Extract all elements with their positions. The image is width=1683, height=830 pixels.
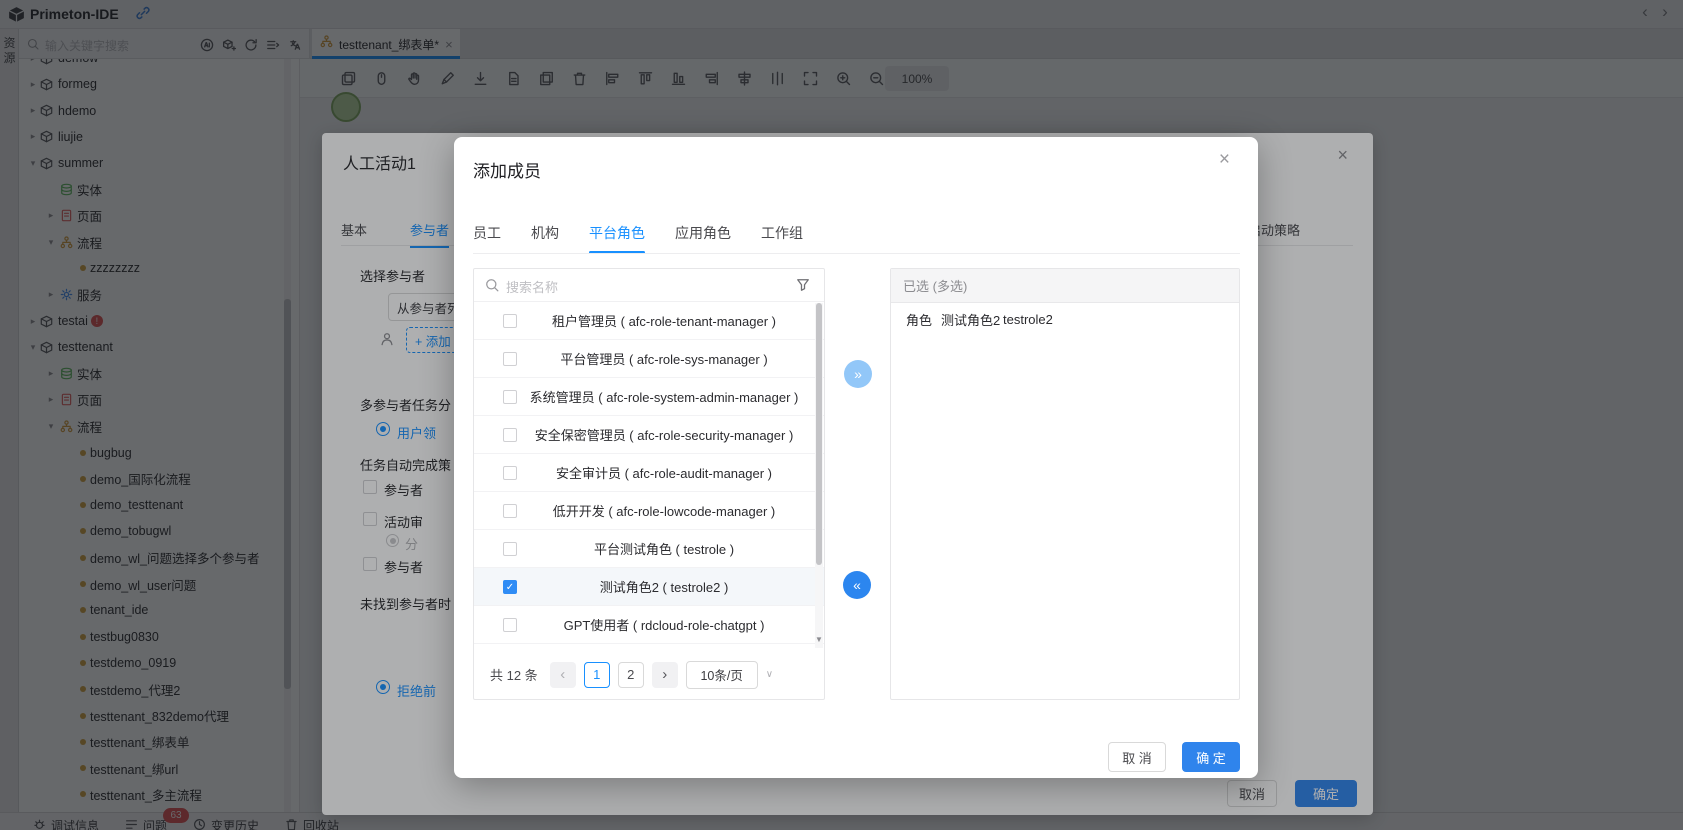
role-label: 安全保密管理员 ( afc-role-security-manager ) bbox=[526, 425, 802, 444]
role-checkbox[interactable] bbox=[503, 390, 517, 404]
scroll-down-icon[interactable]: ▼ bbox=[814, 635, 824, 644]
member-tab-3[interactable]: 应用角色 bbox=[675, 223, 731, 254]
next-page-button[interactable]: › bbox=[652, 662, 678, 688]
cancel-button[interactable]: 取 消 bbox=[1108, 742, 1166, 772]
role-search-row: 搜索名称 bbox=[474, 269, 824, 302]
total-count: 共 12 条 bbox=[490, 665, 538, 684]
role-row[interactable]: GPT使用者 ( rdcloud-role-chatgpt ) bbox=[474, 606, 824, 644]
role-checkbox[interactable] bbox=[503, 352, 517, 366]
role-search-input[interactable]: 搜索名称 bbox=[506, 277, 558, 296]
role-checkbox[interactable] bbox=[503, 618, 517, 632]
selected-code: testrole2 bbox=[1003, 312, 1053, 327]
selected-panel: 已选 (多选) 角色测试角色2testrole2 bbox=[890, 268, 1240, 700]
role-checkbox[interactable] bbox=[503, 428, 517, 442]
selected-item[interactable]: 角色测试角色2testrole2 bbox=[891, 303, 1239, 336]
member-tab-2[interactable]: 平台角色 bbox=[589, 223, 645, 254]
role-label: 安全审计员 ( afc-role-audit-manager ) bbox=[526, 463, 802, 482]
role-label: 租户管理员 ( afc-role-tenant-manager ) bbox=[526, 311, 802, 330]
selected-panel-header: 已选 (多选) bbox=[891, 269, 1239, 303]
role-row[interactable]: 安全审计员 ( afc-role-audit-manager ) bbox=[474, 454, 824, 492]
role-row[interactable]: 租户管理员 ( afc-role-tenant-manager ) bbox=[474, 302, 824, 340]
page-button-2[interactable]: 2 bbox=[618, 662, 644, 688]
role-label: 平台管理员 ( afc-role-sys-manager ) bbox=[526, 349, 802, 368]
role-checkbox[interactable] bbox=[503, 314, 517, 328]
role-label: 平台测试角色 ( testrole ) bbox=[526, 539, 802, 558]
role-checkbox[interactable] bbox=[503, 504, 517, 518]
role-list-scrollbar-thumb[interactable] bbox=[816, 303, 822, 565]
role-label: GPT使用者 ( rdcloud-role-chatgpt ) bbox=[526, 615, 802, 634]
role-row[interactable]: 平台管理员 ( afc-role-sys-manager ) bbox=[474, 340, 824, 378]
role-row[interactable]: 安全保密管理员 ( afc-role-security-manager ) bbox=[474, 416, 824, 454]
role-row[interactable]: 系统管理员 ( afc-role-system-admin-manager ) bbox=[474, 378, 824, 416]
member-tab-0[interactable]: 员工 bbox=[473, 223, 501, 254]
role-checkbox[interactable] bbox=[503, 542, 517, 556]
role-label: 系统管理员 ( afc-role-system-admin-manager ) bbox=[526, 387, 802, 406]
add-member-modal: 添加成员 × 员工机构平台角色应用角色工作组 搜索名称 租户管理员 ( afc-… bbox=[454, 137, 1258, 778]
primeton-ide-screen: Primeton-IDE ‹› 资源 输入关键字搜索 testtenant_绑表… bbox=[0, 0, 1683, 830]
role-row[interactable]: ✓ 测试角色2 ( testrole2 ) bbox=[474, 568, 824, 606]
selected-category: 角色 bbox=[906, 310, 932, 329]
confirm-button[interactable]: 确 定 bbox=[1182, 742, 1240, 772]
pagination: 共 12 条 ‹ 12 › 10条/页 ∨ bbox=[474, 649, 824, 700]
close-icon[interactable]: × bbox=[1219, 149, 1230, 171]
prev-page-button[interactable]: ‹ bbox=[550, 662, 576, 688]
role-checkbox[interactable]: ✓ bbox=[503, 580, 517, 594]
role-list-panel: 搜索名称 租户管理员 ( afc-role-tenant-manager ) 平台… bbox=[473, 268, 825, 700]
role-row[interactable]: 平台测试角色 ( testrole ) bbox=[474, 530, 824, 568]
role-list-scrollbar[interactable] bbox=[815, 303, 823, 648]
move-left-button[interactable]: « bbox=[843, 571, 871, 599]
divider bbox=[473, 253, 1240, 254]
role-row[interactable]: 低开开发 ( afc-role-lowcode-manager ) bbox=[474, 492, 824, 530]
modal-title: 添加成员 bbox=[473, 157, 541, 182]
page-size-select[interactable]: 10条/页 bbox=[686, 661, 758, 689]
selected-name: 测试角色2 bbox=[941, 310, 1000, 329]
member-tab-4[interactable]: 工作组 bbox=[761, 223, 803, 254]
role-label: 低开开发 ( afc-role-lowcode-manager ) bbox=[526, 501, 802, 520]
page-button-1[interactable]: 1 bbox=[584, 662, 610, 688]
filter-funnel-icon[interactable] bbox=[796, 278, 810, 297]
member-tab-1[interactable]: 机构 bbox=[531, 223, 559, 254]
member-type-tabs: 员工机构平台角色应用角色工作组 bbox=[473, 223, 803, 254]
role-checkbox[interactable] bbox=[503, 466, 517, 480]
move-right-button[interactable]: » bbox=[844, 360, 872, 388]
search-icon bbox=[485, 278, 499, 297]
chevron-down-icon[interactable]: ∨ bbox=[766, 669, 773, 680]
role-label: 测试角色2 ( testrole2 ) bbox=[526, 577, 802, 596]
